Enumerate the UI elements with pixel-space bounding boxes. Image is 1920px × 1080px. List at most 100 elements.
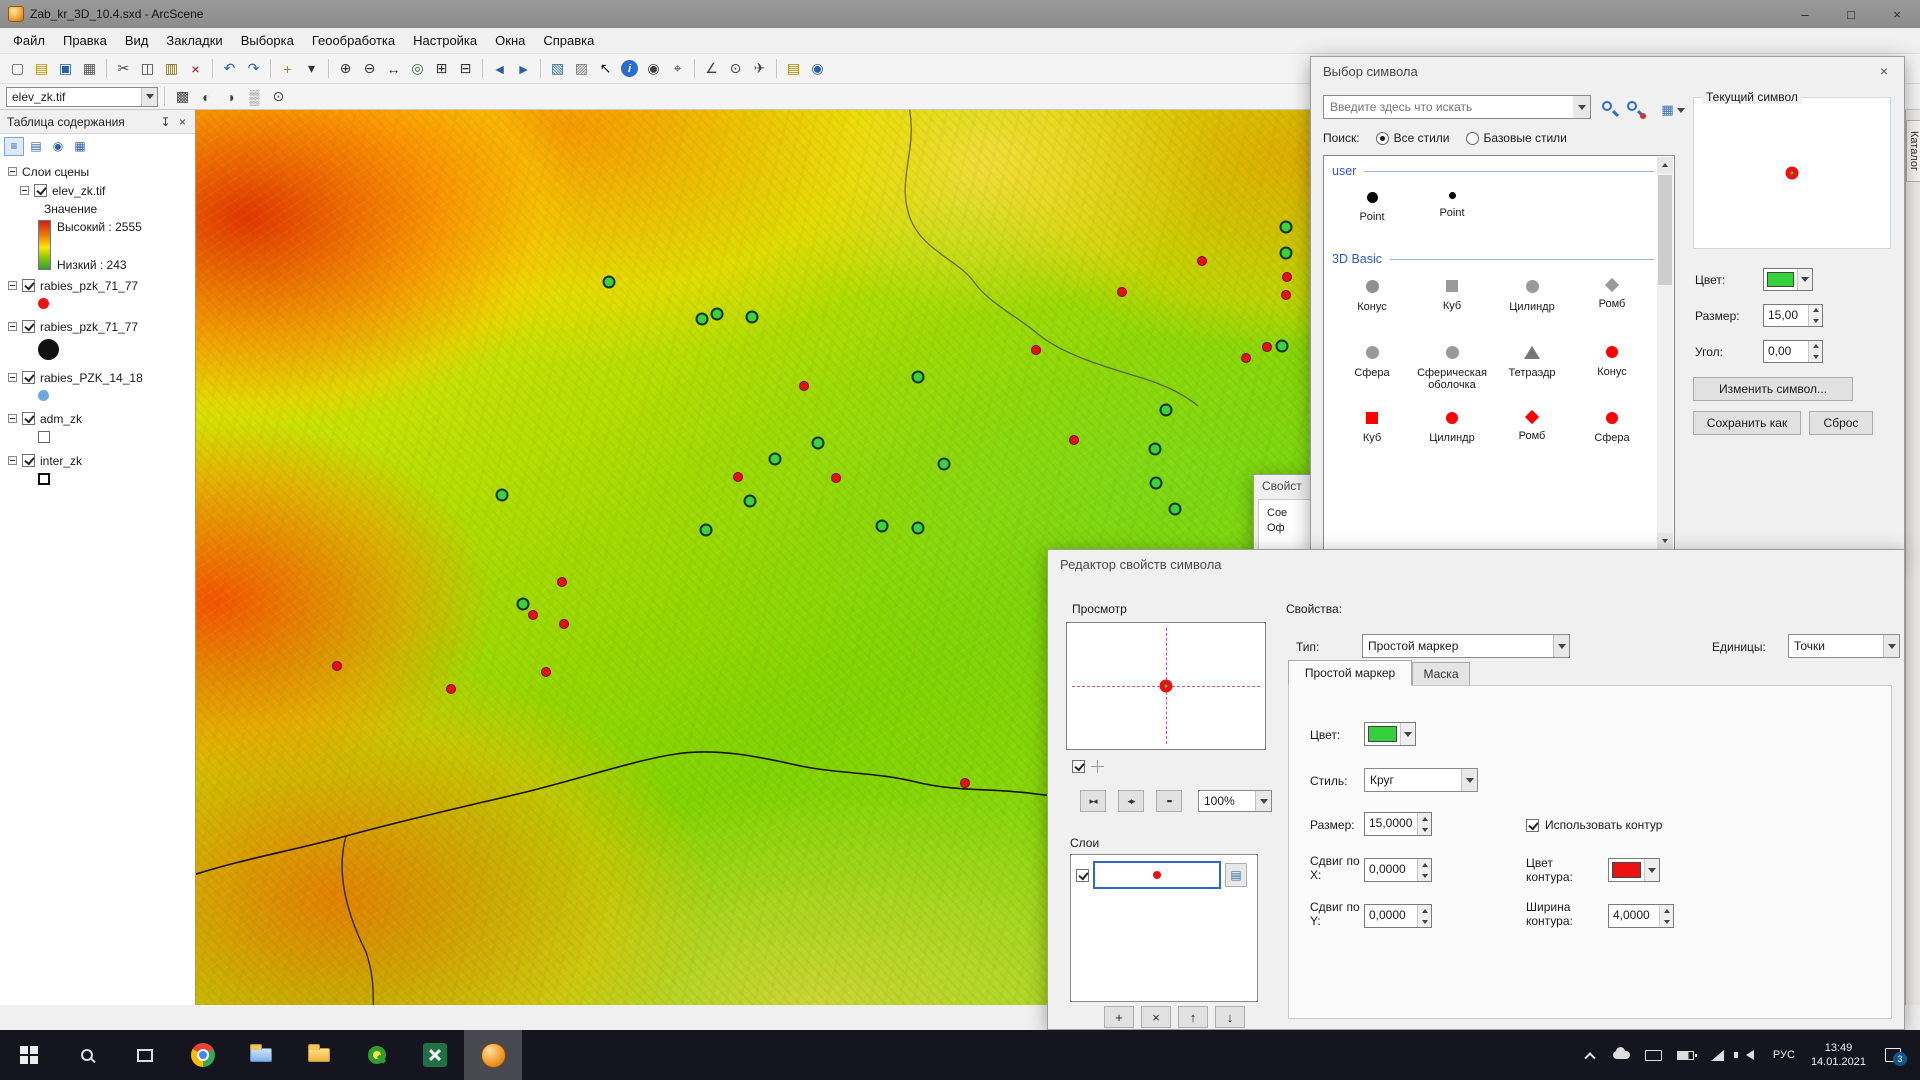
undo-icon[interactable]: ↶	[218, 57, 241, 80]
select-features-icon[interactable]: ▧	[546, 57, 569, 80]
menu-item-6[interactable]: Геообработка	[303, 29, 404, 52]
symbol-item[interactable]: Цилиндр	[1492, 270, 1572, 336]
chevron-down-icon[interactable]	[1883, 635, 1899, 657]
tray-chevron-button[interactable]	[1575, 1030, 1605, 1080]
symbol-layer-thumbnail[interactable]	[1093, 861, 1221, 889]
action-center-button[interactable]: 3	[1876, 1030, 1910, 1080]
map-marker-red[interactable]	[733, 472, 743, 482]
scroll-down-icon[interactable]	[1657, 533, 1673, 549]
outline-width-stepper[interactable]: 4,0000	[1608, 904, 1674, 928]
layer-name[interactable]: rabies_pzk_71_77	[40, 320, 138, 334]
touch-keyboard-button[interactable]	[1639, 1030, 1669, 1080]
use-outline-checkbox[interactable]: Использовать контур	[1526, 818, 1662, 832]
marker-size-stepper[interactable]: 15,0000	[1364, 812, 1432, 836]
layer-name[interactable]: adm_zk	[40, 412, 82, 426]
collapse-icon[interactable]	[8, 281, 17, 290]
onedrive-button[interactable]	[1607, 1030, 1637, 1080]
map-marker-red[interactable]	[541, 667, 551, 677]
dialog-title-bar[interactable]: Редактор свойств символа	[1048, 550, 1904, 578]
layer-name[interactable]: rabies_pzk_71_77	[40, 279, 138, 293]
symbol-layer-row[interactable]: ▤	[1073, 859, 1255, 891]
maximize-button[interactable]: □	[1828, 0, 1874, 28]
spin-down-icon[interactable]	[1660, 916, 1673, 927]
time-slider-icon[interactable]: ⊙	[724, 57, 747, 80]
symbol-item[interactable]: Куб	[1332, 402, 1412, 468]
outline-color-picker[interactable]	[1608, 858, 1660, 882]
save-icon[interactable]: ▣	[54, 57, 77, 80]
paste-icon[interactable]: ▥	[160, 57, 183, 80]
symbol-item[interactable]: Ромб	[1572, 270, 1652, 336]
symbol-search-input[interactable]	[1323, 95, 1591, 119]
map-marker-green[interactable]	[603, 276, 616, 289]
qgis-button[interactable]	[348, 1030, 406, 1080]
spin-up-icon[interactable]	[1809, 341, 1822, 352]
radio-icon[interactable]	[1376, 132, 1389, 145]
collapse-icon[interactable]	[20, 186, 29, 195]
menu-item-7[interactable]: Настройка	[404, 29, 486, 52]
collapse-icon[interactable]	[8, 456, 17, 465]
map-marker-green[interactable]	[1280, 221, 1293, 234]
tab-mask[interactable]: Маска	[1412, 662, 1470, 686]
search-options-icon[interactable]	[1624, 99, 1646, 121]
map-marker-red[interactable]	[446, 684, 456, 694]
layer-visibility-checkbox[interactable]	[22, 454, 35, 467]
symbol-item[interactable]: Сфера	[1572, 402, 1652, 468]
map-marker-green[interactable]	[812, 437, 825, 450]
find-icon[interactable]: ◉	[642, 57, 665, 80]
marker-color-picker[interactable]	[1364, 722, 1416, 746]
dialog-title-bar[interactable]: Выбор символа ×	[1311, 57, 1904, 85]
symbol-item[interactable]: Конус	[1572, 336, 1652, 402]
symbol-item[interactable]: Куб	[1412, 270, 1492, 336]
symbol-item[interactable]: Конус	[1332, 270, 1412, 336]
contrast-icon[interactable]: ◐	[195, 85, 218, 108]
search-button[interactable]	[58, 1030, 116, 1080]
select-elements-icon[interactable]: ↖	[594, 57, 617, 80]
radio-all-styles[interactable]: Все стили	[1376, 131, 1450, 145]
arcscene-taskbar-button[interactable]	[464, 1030, 522, 1080]
chevron-down-icon[interactable]	[1644, 859, 1659, 881]
cut-icon[interactable]: ✂	[112, 57, 135, 80]
map-marker-green[interactable]	[769, 453, 782, 466]
chevron-down-icon[interactable]	[1400, 723, 1415, 745]
zoom-in-icon[interactable]: ⊕	[334, 57, 357, 80]
move-layer-down-icon[interactable]: ↓	[1215, 1006, 1245, 1028]
spin-up-icon[interactable]	[1809, 305, 1822, 316]
scroll-up-icon[interactable]	[1657, 157, 1673, 173]
reset-button[interactable]: Сброс	[1809, 411, 1873, 435]
map-marker-green[interactable]	[696, 313, 709, 326]
task-view-button[interactable]	[116, 1030, 174, 1080]
menu-item-1[interactable]: Файл	[4, 29, 54, 52]
chevron-down-icon[interactable]	[1461, 769, 1477, 791]
fixed-zoom-out-icon[interactable]: ⊟	[454, 57, 477, 80]
menu-item-3[interactable]: Вид	[116, 29, 158, 52]
chevron-down-icon[interactable]	[1255, 791, 1271, 811]
map-marker-red[interactable]	[557, 577, 567, 587]
fly-icon[interactable]: ✈	[748, 57, 771, 80]
checkbox-icon[interactable]	[1526, 819, 1539, 832]
map-marker-red[interactable]	[1031, 345, 1041, 355]
map-marker-red[interactable]	[1197, 256, 1207, 266]
transparency-icon[interactable]: ▒	[243, 85, 266, 108]
raster-layer-row[interactable]: elev_zk.tif	[8, 181, 193, 200]
map-marker-red[interactable]	[1241, 353, 1251, 363]
spin-down-icon[interactable]	[1809, 352, 1822, 363]
symbol-layers-list[interactable]: ▤	[1070, 854, 1258, 1002]
search-window-icon[interactable]: ◉	[806, 57, 829, 80]
map-marker-green[interactable]	[700, 524, 713, 537]
pan-icon[interactable]: ↔	[382, 57, 405, 80]
minimize-button[interactable]: –	[1782, 0, 1828, 28]
spin-up-icon[interactable]	[1660, 905, 1673, 916]
map-marker-green[interactable]	[744, 495, 757, 508]
list-by-selection-icon[interactable]: ▦	[70, 137, 90, 156]
layer-row[interactable]: adm_zk	[8, 409, 193, 428]
chevron-down-icon[interactable]	[1797, 269, 1812, 290]
chevron-down-icon[interactable]	[1573, 96, 1590, 118]
menu-item-2[interactable]: Правка	[54, 29, 116, 52]
add-data-arrow-icon[interactable]: ▾	[300, 57, 323, 80]
offset-y-stepper[interactable]: 0,0000	[1364, 904, 1432, 928]
redo-icon[interactable]: ↷	[242, 57, 265, 80]
layer-visibility-checkbox[interactable]	[22, 320, 35, 333]
layer-symbol[interactable]	[38, 473, 50, 485]
measure-icon[interactable]: ∠	[700, 57, 723, 80]
layer-name[interactable]: rabies_PZK_14_18	[40, 371, 143, 385]
